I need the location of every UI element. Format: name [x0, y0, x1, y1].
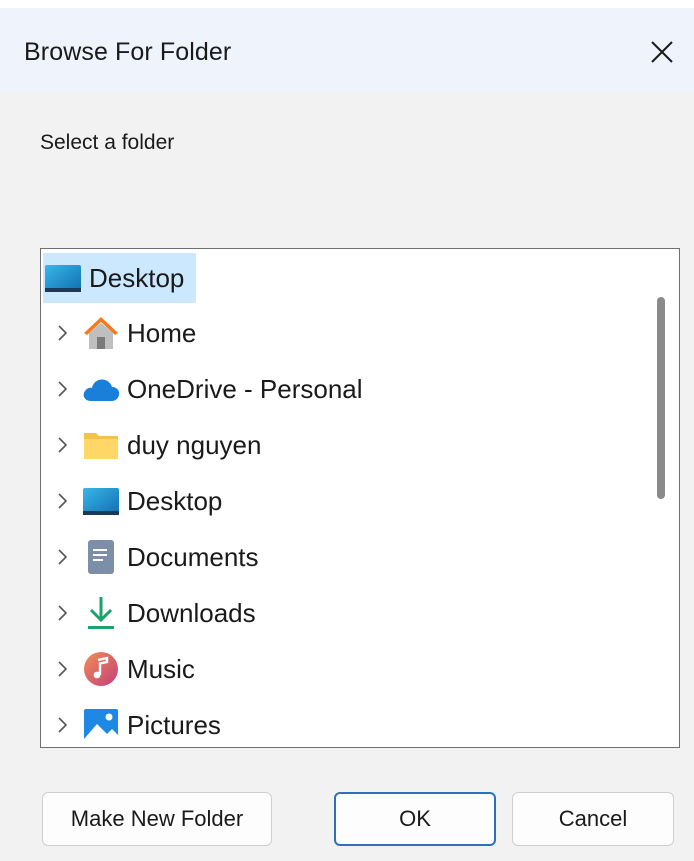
tree-item-onedrive-personal[interactable]: OneDrive - Personal — [41, 365, 363, 413]
expand-chevron-icon[interactable] — [45, 660, 81, 678]
expand-chevron-icon[interactable] — [45, 716, 81, 734]
folder-tree[interactable]: Desktop Home OneDrive - Personal duy ngu… — [40, 248, 680, 748]
expand-chevron-icon[interactable] — [45, 380, 81, 398]
tree-item-duy-nguyen[interactable]: duy nguyen — [41, 421, 261, 469]
tree-item-label: OneDrive - Personal — [127, 373, 363, 404]
tree-item-home[interactable]: Home — [41, 309, 196, 357]
cancel-button[interactable]: Cancel — [512, 792, 674, 846]
expand-chevron-icon[interactable] — [45, 436, 81, 454]
user-folder-icon — [81, 425, 121, 465]
close-icon — [651, 41, 673, 63]
downloads-icon — [81, 593, 121, 633]
documents-icon — [81, 537, 121, 577]
tree-item-documents[interactable]: Documents — [41, 533, 259, 581]
tree-item-desktop-root[interactable]: Desktop — [43, 253, 197, 303]
window-title: Browse For Folder — [24, 38, 232, 66]
tree-item-label: Downloads — [127, 597, 256, 628]
tree-item-label: duy nguyen — [127, 429, 262, 460]
browse-for-folder-dialog: Browse For Folder Select a folder Deskto… — [0, 0, 694, 861]
onedrive-cloud-icon — [81, 369, 121, 409]
prompt-text: Select a folder — [40, 131, 175, 154]
home-icon — [81, 313, 121, 353]
tree-item-downloads[interactable]: Downloads — [41, 589, 256, 637]
tree-item-desktop[interactable]: Desktop — [41, 477, 222, 525]
scrollbar-thumb[interactable] — [657, 297, 665, 499]
tree-item-label: Home — [127, 317, 197, 348]
desktop-icon — [43, 258, 83, 298]
tree-item-label: Documents — [127, 541, 259, 572]
close-button[interactable] — [640, 30, 684, 74]
music-icon — [81, 649, 121, 689]
ok-button[interactable]: OK — [334, 792, 496, 846]
pictures-icon — [81, 705, 121, 745]
tree-item-music[interactable]: Music — [41, 645, 195, 693]
expand-chevron-icon[interactable] — [45, 324, 81, 342]
expand-chevron-icon[interactable] — [45, 492, 81, 510]
tree-item-label: Pictures — [127, 709, 221, 740]
tree-item-label: Music — [127, 653, 195, 684]
tree-item-label: Desktop — [127, 485, 223, 516]
tree-item-label: Desktop — [89, 262, 185, 293]
desktop-icon — [81, 481, 121, 521]
vertical-scrollbar[interactable] — [647, 249, 679, 747]
tree-item-pictures[interactable]: Pictures — [41, 701, 221, 747]
expand-chevron-icon[interactable] — [45, 548, 81, 566]
top-edge — [0, 0, 694, 8]
expand-chevron-icon[interactable] — [45, 604, 81, 622]
title-bar: Browse For Folder — [0, 8, 694, 92]
make-new-folder-button[interactable]: Make New Folder — [42, 792, 272, 846]
